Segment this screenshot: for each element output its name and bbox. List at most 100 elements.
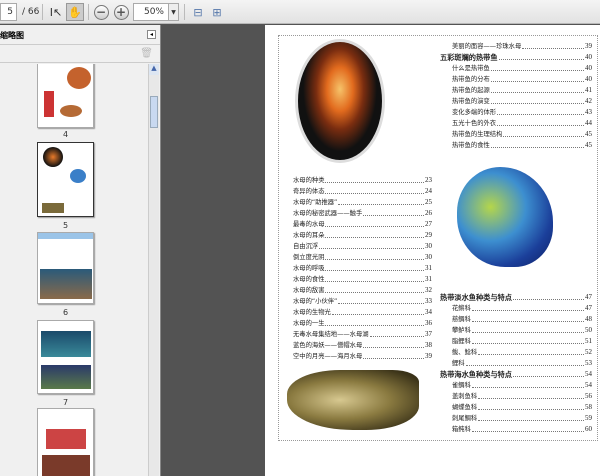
toc-leader-dots xyxy=(522,41,584,49)
toc-entry-page: 26 xyxy=(425,209,432,217)
trash-icon[interactable]: 🗑 xyxy=(140,48,153,59)
collapse-panel-icon[interactable]: ◂ xyxy=(147,30,156,39)
toc-entry[interactable]: 盖刺鱼科 56 xyxy=(440,391,592,402)
toc-entry-title: 热带鱼的分布 xyxy=(452,76,490,83)
toc-entry[interactable]: 水母的“小伙伴” 33 xyxy=(293,296,432,307)
toc-entry-page: 24 xyxy=(425,187,432,195)
toc-entry[interactable]: 倒立度光阴 30 xyxy=(293,252,432,263)
zoom-dropdown-chevron-icon[interactable]: ▼ xyxy=(168,3,179,21)
toc-leader-dots xyxy=(363,351,424,359)
fit-width-icon[interactable]: ⊟ xyxy=(191,3,205,21)
toc-entry[interactable]: 空中的月亮——海月水母 39 xyxy=(293,351,432,362)
toc-entry-title: 水母的“小伙伴” xyxy=(293,298,338,305)
toc-entry[interactable]: 热带鱼的生理结构 45 xyxy=(440,129,592,140)
toc-entry[interactable]: 美丽的面容——珍珠水母 39 xyxy=(440,41,592,52)
toc-entry-page: 53 xyxy=(585,359,592,367)
thumbnails-panel: 缩略图 ◂ 🗑 4 5 6 7 ▲ xyxy=(0,25,161,476)
toc-entry[interactable]: 最毒的水母 27 xyxy=(293,219,432,230)
toc-entry-title: 热带鱼的生理结构 xyxy=(452,131,503,138)
thumbnail-page-6[interactable] xyxy=(37,232,94,304)
select-tool-icon[interactable]: I↖ xyxy=(48,3,64,21)
jellyfish-image xyxy=(295,39,385,163)
toc-entry-page: 41 xyxy=(585,86,592,94)
toc-entry-page: 34 xyxy=(425,308,432,316)
toc-entry-title: 变化多端的体形 xyxy=(452,109,497,116)
toc-entry-title: 箱鲀科 xyxy=(452,426,471,433)
toc-right-top-column: 美丽的面容——珍珠水母 39 五彩斑斓的热带鱼 40 什么是热带鱼 40 热带鱼的分布 40 热… xyxy=(440,41,592,151)
toc-entry[interactable]: 蓝色的海妖——僧帽水母 38 xyxy=(293,340,432,351)
toc-entry[interactable]: 水母的一生 36 xyxy=(293,318,432,329)
toc-leader-dots xyxy=(497,118,584,126)
toc-leader-dots xyxy=(325,263,424,271)
toc-entry-title: 美丽的面容——珍珠水母 xyxy=(452,43,522,50)
toc-entry[interactable]: 热带海水鱼种类与特点 54 xyxy=(440,369,592,380)
toc-entry-page: 58 xyxy=(585,403,592,411)
zoom-out-icon[interactable]: − xyxy=(93,3,109,21)
toc-entry[interactable]: 热带淡水鱼种类与特点 47 xyxy=(440,292,592,303)
toc-entry-page: 60 xyxy=(585,425,592,433)
thumbnail-page-7[interactable] xyxy=(37,320,94,394)
toc-entry-page: 40 xyxy=(585,75,592,83)
toc-entry-page: 30 xyxy=(425,242,432,250)
toc-entry[interactable]: 热带鱼的分布 40 xyxy=(440,74,592,85)
toc-entry[interactable]: 热带鱼的起源 41 xyxy=(440,85,592,96)
toc-entry[interactable]: 脂鲤科 51 xyxy=(440,336,592,347)
toc-entry-title: 鲅、鲶科 xyxy=(452,349,478,356)
toc-entry[interactable]: 五光十色的外衣 44 xyxy=(440,118,592,129)
toc-leader-dots xyxy=(338,197,424,205)
toc-leader-dots xyxy=(471,325,584,333)
toc-leader-dots xyxy=(325,252,424,260)
thumbnail-page-8[interactable] xyxy=(37,408,94,476)
thumbnails-scrollbar[interactable]: ▲ xyxy=(148,64,159,476)
toc-entry[interactable]: 慈鲷科 48 xyxy=(440,314,592,325)
toc-entry[interactable]: 变化多端的体形 43 xyxy=(440,107,592,118)
toc-entry[interactable]: 什么是热带鱼 40 xyxy=(440,63,592,74)
toc-entry[interactable]: 水母的食性 31 xyxy=(293,274,432,285)
toc-entry[interactable]: 水母的耳朵 29 xyxy=(293,230,432,241)
toc-entry[interactable]: 奇异的体态 24 xyxy=(293,186,432,197)
toc-entry-title: 空中的月亮——海月水母 xyxy=(293,353,363,360)
toc-leader-dots xyxy=(478,391,584,399)
toc-entry-page: 39 xyxy=(425,352,432,360)
toc-entry[interactable]: 水母的“助推器” 25 xyxy=(293,197,432,208)
hand-tool-icon[interactable]: ✋ xyxy=(66,3,84,21)
toc-leader-dots xyxy=(325,274,424,282)
toc-entry[interactable]: 鲤科 53 xyxy=(440,358,592,369)
toc-entry-page: 27 xyxy=(425,220,432,228)
toc-entry-title: 水母的呼吸 xyxy=(293,265,325,272)
toc-entry[interactable]: 五彩斑斓的热带鱼 40 xyxy=(440,52,592,63)
toc-entry-page: 39 xyxy=(585,42,592,50)
toc-entry[interactable]: 水母的秘密武器——触手 26 xyxy=(293,208,432,219)
toc-entry[interactable]: 刺尾鲷科 59 xyxy=(440,413,592,424)
toc-entry[interactable]: 无毒水母集结地——水母湖 37 xyxy=(293,329,432,340)
toc-entry[interactable]: 攀鲈科 50 xyxy=(440,325,592,336)
toc-entry[interactable]: 自由沉浮 30 xyxy=(293,241,432,252)
toc-entry[interactable]: 水母的敌害 32 xyxy=(293,285,432,296)
fit-page-icon[interactable]: ⊞ xyxy=(210,3,224,21)
toc-leader-dots xyxy=(471,336,584,344)
toc-left-column: 水母的种类 23 奇异的体态 24 水母的“助推器” 25 水母的秘密武器——触手 26 最毒的… xyxy=(293,175,432,362)
thumbnail-page-4[interactable] xyxy=(37,64,94,128)
toc-entry[interactable]: 热带鱼的食性 45 xyxy=(440,140,592,151)
toc-entry[interactable]: 水母的呼吸 31 xyxy=(293,263,432,274)
scroll-up-icon[interactable]: ▲ xyxy=(149,64,159,75)
thumbnail-page-5[interactable] xyxy=(37,142,94,217)
zoom-level-input[interactable]: 50% xyxy=(133,3,169,21)
toc-entry[interactable]: 花鳉科 47 xyxy=(440,303,592,314)
toc-entry[interactable]: 鲅、鲶科 52 xyxy=(440,347,592,358)
toc-entry[interactable]: 蝴蝶鱼科 58 xyxy=(440,402,592,413)
toc-entry[interactable]: 热带鱼的演变 42 xyxy=(440,96,592,107)
toc-entry-page: 38 xyxy=(425,341,432,349)
toc-leader-dots xyxy=(471,314,584,322)
toc-leader-dots xyxy=(478,413,584,421)
toc-leader-dots xyxy=(497,107,584,115)
page-number-input[interactable]: 5 xyxy=(0,3,17,21)
toc-entry-title: 倒立度光阴 xyxy=(293,254,325,261)
toc-entry-page: 45 xyxy=(585,141,592,149)
toc-entry[interactable]: 水母的生物光 34 xyxy=(293,307,432,318)
scrollbar-thumb[interactable] xyxy=(150,96,158,128)
zoom-in-icon[interactable]: + xyxy=(113,3,129,21)
toc-entry[interactable]: 箱鲀科 60 xyxy=(440,424,592,435)
toc-entry[interactable]: 雀鲷科 54 xyxy=(440,380,592,391)
toc-entry[interactable]: 水母的种类 23 xyxy=(293,175,432,186)
